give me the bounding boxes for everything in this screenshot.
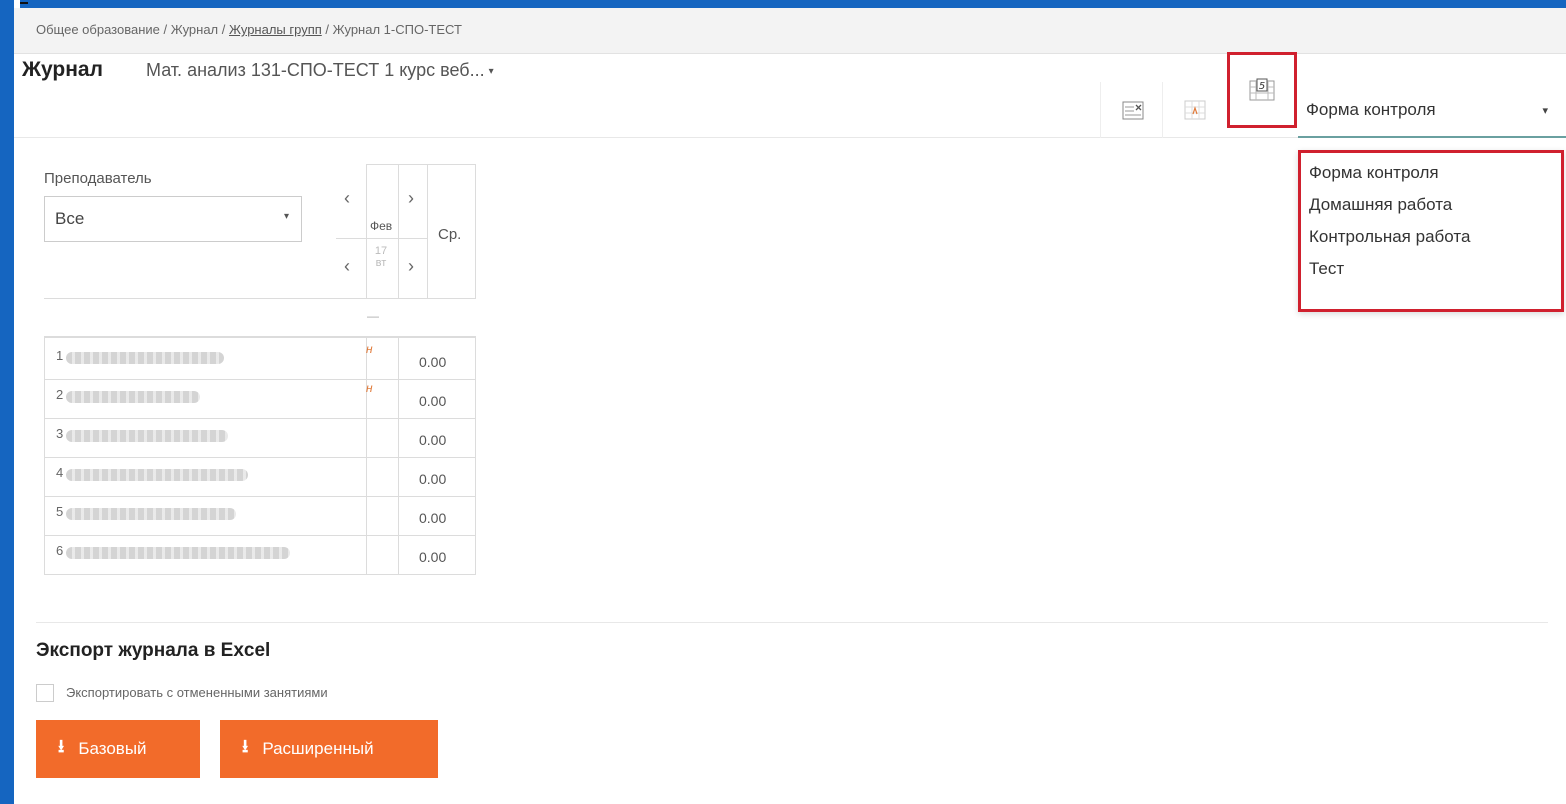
day-header[interactable]: 17 вт (372, 245, 390, 269)
teacher-label: Преподаватель (44, 170, 152, 187)
grid-line (427, 164, 428, 298)
grid-line (44, 336, 476, 338)
day-number: 17 (374, 245, 388, 257)
student-name-blurred (66, 352, 224, 364)
average-cell: 0.00 (419, 432, 447, 448)
row-number: 2 (56, 387, 64, 402)
average-cell: 0.00 (419, 471, 447, 487)
row-number: 5 (56, 504, 64, 519)
breadcrumb: Общее образование / Журнал / Журналы гру… (14, 8, 1566, 54)
breadcrumb-part: Общее образование / Журнал / (36, 22, 229, 37)
next-day-button[interactable]: › (408, 256, 414, 277)
breadcrumb-link-groups[interactable]: Журналы групп (229, 22, 322, 37)
svg-text:5: 5 (1259, 81, 1265, 92)
row-number: 1 (56, 348, 64, 363)
grade-table-icon: 5 (1249, 78, 1275, 101)
mark-absent-button[interactable] (1162, 82, 1226, 138)
clear-table-icon (1122, 101, 1143, 120)
dropdown-option[interactable]: Тест (1301, 253, 1561, 285)
export-extended-label: Расширенный (262, 739, 374, 758)
grid-line (44, 574, 476, 575)
grid-line (44, 457, 476, 458)
grid-line (44, 418, 476, 419)
grade-cell-mark[interactable]: н (366, 381, 373, 395)
average-cell: 0.00 (419, 393, 447, 409)
export-basic-button[interactable]: ⭳ Базовый (36, 720, 200, 778)
student-name-blurred (66, 508, 236, 520)
grid-line (366, 164, 476, 165)
student-name-blurred (66, 469, 248, 481)
average-cell: 0.00 (419, 549, 447, 565)
control-form-select[interactable]: Форма контроля ▾ (1298, 82, 1566, 138)
control-form-dropdown: Форма контроля Домашняя работа Контрольн… (1298, 150, 1564, 312)
prev-month-button[interactable]: ‹ (344, 188, 350, 209)
average-header: Ср. (438, 226, 462, 243)
grid-line (475, 164, 476, 298)
mark-absent-icon (1184, 100, 1205, 120)
teacher-select[interactable]: Все ▾ (44, 196, 302, 242)
month-header: Фев (370, 219, 393, 233)
row-number: 3 (56, 426, 64, 441)
dropdown-option[interactable]: Домашняя работа (1301, 189, 1561, 221)
section-divider (36, 622, 1548, 623)
grid-line (398, 164, 399, 298)
subject-select-value: Мат. анализ 131-СПО-ТЕСТ 1 курс веб... (146, 60, 485, 80)
prev-day-button[interactable]: ‹ (344, 256, 350, 277)
grade-table-button[interactable]: 5 (1227, 52, 1297, 128)
grid-line (44, 379, 476, 380)
student-name-blurred (66, 391, 200, 403)
grid-line (44, 535, 476, 536)
chevron-down-icon: ▾ (488, 65, 494, 77)
breadcrumb-part: / Журнал 1-СПО-ТЕСТ (321, 22, 462, 37)
dropdown-option[interactable]: Контрольная работа (1301, 221, 1561, 253)
download-icon: ⭳ (58, 736, 65, 756)
corner-mark (20, 2, 28, 4)
day-weekday: вт (375, 257, 387, 269)
subject-select[interactable]: Мат. анализ 131-СПО-ТЕСТ 1 курс веб... ▾ (146, 60, 494, 81)
frame-left-border (0, 0, 14, 804)
export-cancelled-label: Экспортировать с отмененными занятиями (66, 685, 328, 700)
next-month-button[interactable]: › (408, 188, 414, 209)
row-number: 6 (56, 543, 64, 558)
export-extended-button[interactable]: ⭳ Расширенный (220, 720, 438, 778)
student-name-blurred (66, 430, 228, 442)
column-dash: — (367, 309, 379, 323)
dropdown-option[interactable]: Форма контроля (1301, 157, 1561, 189)
grid-line (44, 496, 476, 497)
average-cell: 0.00 (419, 510, 447, 526)
chevron-down-icon: ▾ (283, 211, 289, 222)
chevron-down-icon: ▾ (1542, 105, 1548, 117)
control-form-value: Форма контроля (1306, 100, 1436, 119)
page-title: Журнал (22, 58, 103, 81)
grid-line (366, 338, 367, 574)
teacher-select-value: Все (55, 209, 85, 228)
export-title: Экспорт журнала в Excel (36, 640, 271, 661)
grid-line (336, 238, 428, 239)
grid-line (44, 338, 45, 574)
download-icon: ⭳ (242, 736, 249, 756)
average-cell: 0.00 (419, 354, 447, 370)
grid-line (44, 298, 476, 299)
export-cancelled-checkbox[interactable] (36, 684, 54, 702)
grid-line (398, 338, 399, 574)
grid-line (366, 164, 367, 298)
grade-cell-mark[interactable]: н (366, 342, 373, 356)
row-number: 4 (56, 465, 64, 480)
clear-table-button[interactable] (1100, 82, 1164, 138)
export-basic-label: Базовый (78, 739, 147, 758)
frame-top-border (14, 0, 1566, 8)
student-name-blurred (66, 547, 290, 559)
grid-line (475, 338, 476, 574)
